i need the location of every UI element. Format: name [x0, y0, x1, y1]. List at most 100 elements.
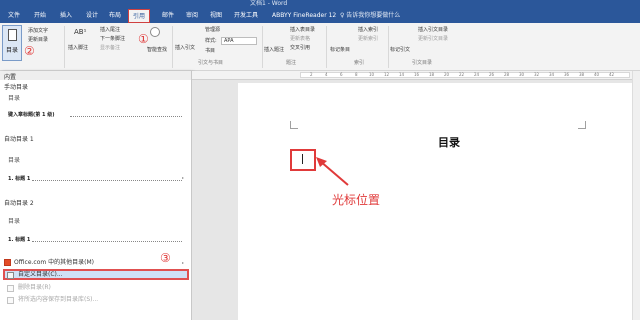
ribbon-separator — [172, 26, 173, 68]
footnote-icon: AB¹ — [74, 28, 87, 36]
document-area: 目录 光标位置 — [192, 80, 640, 320]
auto-toc-1-label: 自动目录 1 — [4, 136, 34, 143]
ruler-tick-label: 14 — [399, 72, 405, 77]
ruler-tick-label: 22 — [459, 72, 465, 77]
ruler-tick-label: 6 — [340, 72, 343, 77]
group-label-citations: 引文与书目 — [198, 60, 224, 66]
update-toc-button[interactable]: 更新目录 — [28, 37, 48, 43]
vertical-scrollbar[interactable] — [632, 71, 640, 320]
annotation-arrow-icon — [316, 157, 349, 186]
add-text-button[interactable]: 添加文字 — [28, 28, 48, 34]
tab-file[interactable]: 文件 — [8, 9, 20, 23]
insert-citation-button[interactable]: 插入引文 — [175, 45, 195, 51]
bibliography-button[interactable]: 书目 — [205, 48, 215, 54]
tab-home[interactable]: 开始 — [34, 9, 46, 23]
word-window: { "titlebar": { "text": "文档1 - Word", "t… — [0, 0, 640, 320]
manual-toc-label: 手动目录 — [4, 84, 29, 91]
insert-endnote-button[interactable]: 插入尾注 — [100, 27, 120, 33]
ruler-tick-label: 28 — [504, 72, 510, 77]
toc-button-label: 目录 — [6, 47, 19, 54]
auto-toc-1-entry: 1. 标题 1 — [8, 176, 31, 182]
remove-toc-item[interactable]: 删除目录(R) — [18, 283, 51, 292]
auto-toc-2-label: 自动目录 2 — [4, 200, 34, 207]
tell-me-search[interactable]: ♀ 告诉我你想要做什么 — [340, 9, 400, 23]
ruler-tick-label: 18 — [429, 72, 435, 77]
cursor-position-annotation: 光标位置 — [332, 193, 381, 207]
office-more-tocs-item[interactable]: Office.com 中的其他目录(M) — [14, 258, 94, 267]
built-in-label: 内置 — [4, 74, 17, 81]
ribbon-separator — [326, 26, 327, 68]
auto-toc-2-heading: 目录 — [8, 218, 21, 225]
ruler-tick-label: 16 — [414, 72, 420, 77]
update-toa-button[interactable]: 更新引文目录 — [418, 36, 448, 42]
manual-toc-heading: 目录 — [8, 95, 21, 102]
manual-toc-entry: 键入章标题(第 1 级) — [8, 112, 55, 118]
citation-style-value: APA — [224, 38, 234, 44]
ruler-tick-label: 8 — [355, 72, 358, 77]
show-notes-button[interactable]: 显示备注 — [100, 45, 120, 51]
update-table-button[interactable]: 更新表格 — [290, 36, 310, 42]
ruler-tick-label: 34 — [549, 72, 555, 77]
ruler-tick-label: 36 — [564, 72, 570, 77]
tab-view[interactable]: 视图 — [210, 9, 222, 23]
update-index-button[interactable]: 更新索引 — [358, 36, 378, 42]
group-label-index: 索引 — [354, 60, 365, 66]
group-label-captions: 题注 — [286, 60, 297, 66]
insert-index-button[interactable]: 插入索引 — [358, 27, 378, 33]
toc-button[interactable]: 目录 — [2, 25, 22, 61]
cursor-highlight-box — [290, 149, 316, 171]
cross-reference-button[interactable]: 交叉引用 — [290, 45, 310, 51]
ruler-tick-label: 2 — [310, 72, 313, 77]
ribbon-tabs: 文件 开始 插入 设计 布局 引用 邮件 审阅 视图 开发工具 ABBYY Fi… — [0, 9, 640, 23]
auto-toc-1-heading: 目录 — [8, 157, 21, 164]
tab-layout[interactable]: 布局 — [109, 9, 121, 23]
mark-citation-button[interactable]: 标记引文 — [390, 47, 410, 53]
mark-entry-button[interactable]: 标记条目 — [330, 47, 350, 53]
tab-references[interactable]: 引用 — [128, 9, 151, 23]
ruler-tick-label: 26 — [489, 72, 495, 77]
ribbon-separator — [64, 26, 65, 68]
title-bar: 文档1 - Word — [0, 0, 640, 9]
toc-icon — [8, 29, 17, 41]
ruler-tick-label: 20 — [444, 72, 450, 77]
tab-abbyy[interactable]: ABBYY FineReader 12 — [272, 9, 336, 23]
ruler-tick-label: 42 — [609, 72, 615, 77]
window-title: 文档1 - Word — [250, 0, 288, 7]
tab-design[interactable]: 设计 — [86, 9, 98, 23]
style-label: 样式: — [205, 38, 217, 44]
leader-dots — [32, 241, 182, 242]
next-footnote-button[interactable]: 下一条脚注 — [100, 36, 125, 42]
step-2-badge: ② — [24, 44, 35, 58]
manage-sources-button[interactable]: 管理源 — [205, 27, 220, 33]
ribbon-references: 目录 ② 添加文字 更新目录 AB¹ 插入脚注 插入尾注 下一条脚注 显示备注 … — [0, 23, 640, 71]
tab-review[interactable]: 审阅 — [186, 9, 198, 23]
smart-lookup-icon — [150, 27, 160, 37]
ribbon-separator — [262, 26, 263, 68]
ruler-tick-label: 4 — [325, 72, 328, 77]
group-label-toa: 引文目录 — [412, 60, 433, 66]
ruler-tick-label: 12 — [384, 72, 390, 77]
ruler-tick-label: 24 — [474, 72, 480, 77]
margin-corner-mark — [290, 121, 298, 129]
leader-dots — [70, 116, 182, 117]
insert-toa-button[interactable]: 插入引文目录 — [418, 27, 448, 33]
smart-lookup-button[interactable]: 智能查找 — [147, 47, 167, 53]
insert-footnote-button[interactable]: 插入脚注 — [68, 45, 88, 51]
citation-style-select[interactable]: APA — [221, 37, 257, 45]
tab-developer[interactable]: 开发工具 — [234, 9, 258, 23]
built-in-header: 内置 — [0, 71, 191, 81]
save-selection-item[interactable]: 将所选内容保存到目录库(S)... — [18, 295, 98, 304]
ruler-tick-label: 38 — [579, 72, 585, 77]
insert-caption-button[interactable]: 插入题注 — [264, 47, 284, 53]
document-page[interactable]: 目录 光标位置 — [238, 83, 638, 320]
insert-tof-button[interactable]: 插入表目录 — [290, 27, 315, 33]
submenu-arrow-icon: ▸ — [182, 260, 185, 265]
scroll-arrow-icon: ▸ — [182, 175, 185, 180]
custom-toc-item[interactable]: 自定义目录(C)... — [18, 270, 63, 279]
horizontal-ruler[interactable]: 2 4 6 8 10 12 14 16 18 20 22 24 26 28 30… — [192, 71, 640, 80]
tab-mailings[interactable]: 邮件 — [162, 9, 174, 23]
tab-insert[interactable]: 插入 — [60, 9, 72, 23]
ruler-tick-label: 30 — [519, 72, 525, 77]
step-3-badge: ③ — [160, 251, 171, 265]
ruler-tick-label: 32 — [534, 72, 540, 77]
